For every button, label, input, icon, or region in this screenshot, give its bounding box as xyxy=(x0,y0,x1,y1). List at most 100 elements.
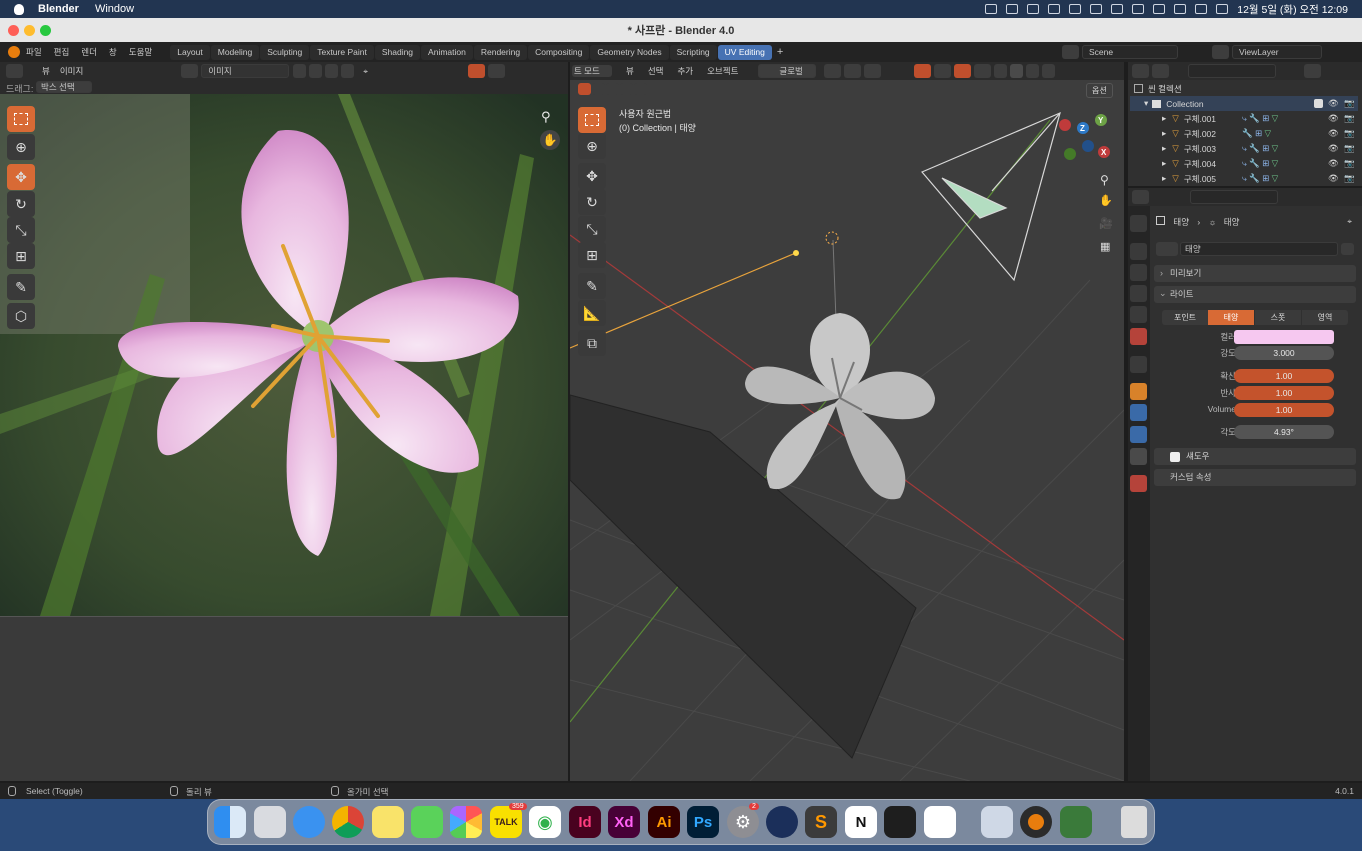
image-tool-sample[interactable]: ⬡ xyxy=(7,303,35,329)
dock-xd-icon[interactable]: Xd xyxy=(608,806,640,838)
light-color-swatch[interactable] xyxy=(1234,330,1334,344)
image-browse-icon[interactable] xyxy=(181,64,199,78)
dock-preview-icon[interactable] xyxy=(981,806,1013,838)
image-tool-annotate[interactable]: ✎ xyxy=(7,274,35,300)
viewport-menu-select[interactable]: 선택 xyxy=(648,65,664,77)
blender-logo-icon[interactable] xyxy=(8,46,20,58)
add-workspace-button[interactable]: + xyxy=(777,46,783,58)
scene-field[interactable]: Scene xyxy=(1082,45,1178,59)
shading-material-icon[interactable] xyxy=(1026,64,1040,78)
expand-icon[interactable]: ▸ xyxy=(1162,158,1166,169)
image-canvas[interactable]: ⊕ ✥ ↻ ⤡ ⊞ ✎ ⬡ ⚲ ✋ xyxy=(0,94,568,616)
dock-indesign-icon[interactable]: Id xyxy=(569,806,601,838)
tab-tool-icon[interactable] xyxy=(1130,215,1147,232)
tab-scene-icon[interactable] xyxy=(1130,306,1147,323)
vp-grid-icon[interactable]: ▦ xyxy=(1100,240,1110,253)
open-image-icon[interactable] xyxy=(325,64,339,78)
outliner-scene-collection[interactable]: 씬 컬렉션 xyxy=(1130,81,1358,96)
image-tool-cursor[interactable]: ⊕ xyxy=(7,134,35,160)
shadow-checkbox[interactable] xyxy=(1170,452,1180,462)
menubar-app-name[interactable]: Blender xyxy=(38,3,79,15)
image-menu-view[interactable]: 뷰 xyxy=(42,65,50,77)
modifier-icons[interactable]: ⤷ 🔧 ⊞ ▽ xyxy=(1242,143,1278,154)
media-next-icon[interactable] xyxy=(1090,4,1103,14)
image-menu-image[interactable]: 이미지 xyxy=(60,65,83,77)
tab-shading[interactable]: Shading xyxy=(374,44,421,60)
dock-trash-icon[interactable] xyxy=(1121,806,1147,838)
outliner-object-row[interactable]: ▸ ▽ 구체.002 🔧 ⊞ ▽ 👁 📷 xyxy=(1130,126,1358,141)
panel-light[interactable]: 라이트 xyxy=(1154,286,1356,303)
menu-file[interactable]: 파일 xyxy=(26,46,42,58)
menu-render[interactable]: 렌더 xyxy=(81,46,97,58)
fake-user-icon[interactable] xyxy=(293,64,307,78)
battery-icon[interactable] xyxy=(1153,4,1166,14)
eye-icon[interactable]: 👁 xyxy=(1328,173,1339,184)
expand-icon[interactable]: ▸ xyxy=(1162,113,1166,124)
panel-custom-properties[interactable]: 커스텀 속성 xyxy=(1154,469,1356,486)
dock-launchpad-icon[interactable] xyxy=(254,806,286,838)
viewport-canvas[interactable]: X Y Z 옵션 사용자 원근법 (0) Collection | 태양 ⊕ ✥… xyxy=(570,80,1124,781)
notion-tray-icon[interactable] xyxy=(1132,4,1145,14)
expand-icon[interactable]: ▸ xyxy=(1162,143,1166,154)
strength-field[interactable]: 3.000 xyxy=(1234,346,1334,360)
vp-tool-annotate[interactable]: ✎ xyxy=(578,273,606,299)
viewport-menu-add[interactable]: 추가 xyxy=(677,65,693,77)
vp-tool-scale[interactable]: ⤡ xyxy=(578,216,606,242)
tab-output-icon[interactable] xyxy=(1130,264,1147,281)
camera-icon[interactable]: 📷 xyxy=(1344,173,1355,184)
properties-pin-icon[interactable]: ⌖ xyxy=(1347,216,1352,227)
dock-android-studio-icon[interactable] xyxy=(1060,806,1092,838)
select-subtract-icon[interactable] xyxy=(606,83,619,95)
pivot-icon[interactable] xyxy=(824,64,842,78)
shading-solid-icon[interactable] xyxy=(1010,64,1024,78)
select-intersect-icon[interactable] xyxy=(634,83,647,95)
image-tool-move[interactable]: ✥ xyxy=(7,164,35,190)
pin-icon[interactable]: ⌖ xyxy=(363,66,368,77)
tray-icon-1[interactable] xyxy=(985,4,998,14)
tab-modeling[interactable]: Modeling xyxy=(210,44,260,60)
dock-kakaotalk-icon[interactable]: TALK xyxy=(490,806,522,838)
dock-safari-icon[interactable] xyxy=(293,806,325,838)
outliner-collection[interactable]: ▾ Collection 👁 📷 xyxy=(1130,96,1358,111)
expand-icon[interactable]: ▸ xyxy=(1162,128,1166,139)
tab-layout[interactable]: Layout xyxy=(170,44,210,60)
properties-search[interactable] xyxy=(1190,190,1278,204)
dock-figma-icon[interactable] xyxy=(884,806,916,838)
tab-light-data-icon[interactable] xyxy=(1130,448,1147,465)
panel-preview[interactable]: 미리보기 xyxy=(1154,265,1356,282)
tab-object-icon[interactable] xyxy=(1130,383,1147,400)
camera-icon[interactable]: 📷 xyxy=(1344,143,1355,154)
dock-settings-icon[interactable]: ⚙ xyxy=(727,806,759,838)
close-window-button[interactable] xyxy=(8,25,19,36)
tab-sculpting[interactable]: Sculpting xyxy=(260,44,310,60)
vp-tool-measure[interactable]: 📐 xyxy=(578,300,606,326)
dock-messages-icon[interactable] xyxy=(411,806,443,838)
shading-rendered-icon[interactable] xyxy=(1042,64,1056,78)
tab-world-icon[interactable] xyxy=(1130,328,1147,345)
tab-physics-icon[interactable] xyxy=(1130,404,1147,421)
tray-icon-2[interactable] xyxy=(1006,4,1019,14)
vp-tool-select-box[interactable] xyxy=(578,107,606,133)
menu-help[interactable]: 도움말 xyxy=(129,46,152,58)
outliner-search[interactable] xyxy=(1188,64,1276,78)
zoom-window-button[interactable] xyxy=(40,25,51,36)
camera-icon[interactable]: 📷 xyxy=(1344,158,1355,169)
vp-tool-add-cube[interactable]: ⧉ xyxy=(578,330,606,356)
camera-icon[interactable]: 📷 xyxy=(1344,128,1355,139)
eye-icon[interactable]: 👁 xyxy=(1328,158,1339,169)
overlay-toggle-icon[interactable] xyxy=(954,64,972,78)
scene-selector-icon[interactable] xyxy=(1062,45,1079,59)
image-snap-icon[interactable] xyxy=(468,64,486,78)
media-pause-icon[interactable] xyxy=(1069,4,1082,14)
dock-finder-icon[interactable] xyxy=(214,806,246,838)
modifier-icons[interactable]: ⤷ 🔧 ⊞ ▽ xyxy=(1242,173,1278,184)
view-layer-icon[interactable] xyxy=(1212,45,1229,59)
light-type-area[interactable]: 영역 xyxy=(1302,310,1348,325)
outliner-object-row[interactable]: ▸ ▽ 구체.005 ⤷ 🔧 ⊞ ▽ 👁 📷 xyxy=(1130,171,1358,186)
viewport-options-button[interactable]: 옵션 xyxy=(1086,83,1113,98)
orientation-dropdown[interactable]: 글로벌 xyxy=(758,64,817,78)
collection-expand-icon[interactable]: ▾ xyxy=(1144,98,1148,109)
collection-eye-icon[interactable]: 👁 xyxy=(1328,98,1339,109)
tab-rendering[interactable]: Rendering xyxy=(473,44,528,60)
light-datablock-field[interactable]: 태양 xyxy=(1180,242,1338,256)
